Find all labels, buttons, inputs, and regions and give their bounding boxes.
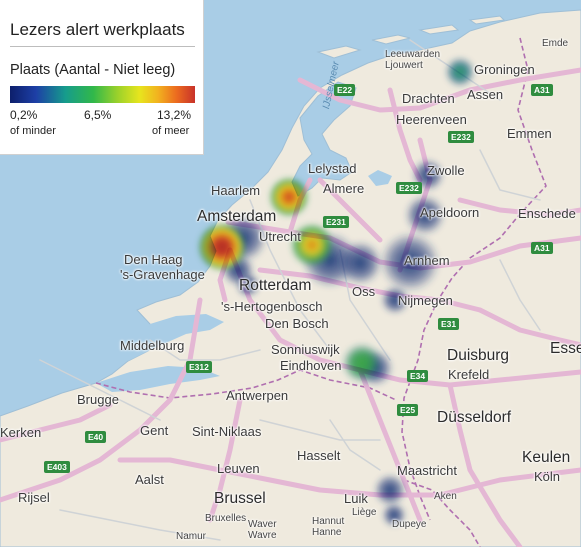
city-label-arnhem: Arnhem <box>404 253 450 268</box>
city-label-koln: Köln <box>534 469 561 484</box>
city-label-s-hertogenbosch: 's-Hertogenbosch <box>221 299 323 314</box>
wadden-island <box>371 34 411 45</box>
city-label-dupeye: Dupeye <box>392 519 427 530</box>
city-label-den-haag: Den Haag <box>124 252 183 267</box>
legend-title: Lezers alert werkplaats <box>10 20 185 39</box>
legend-divider <box>10 46 195 47</box>
city-label-rotterdam: Rotterdam <box>239 277 312 294</box>
city-label-assen: Assen <box>467 87 504 102</box>
city-label-haarlem: Haarlem <box>211 183 261 198</box>
city-label-almere: Almere <box>323 181 365 196</box>
city-label-antwerpen: Antwerpen <box>226 388 289 403</box>
city-label-hanne: Hanne <box>312 527 342 538</box>
city-label-maastricht: Maastricht <box>397 463 457 478</box>
city-label-bruxelles: Bruxelles <box>205 513 247 524</box>
city-label-enschede: Enschede <box>518 206 576 221</box>
city-label-eindhoven: Eindhoven <box>280 358 342 373</box>
city-label-keulen: Keulen <box>522 449 571 466</box>
city-label-aken: Aken <box>434 491 457 502</box>
city-label-essen: Essen <box>550 340 581 357</box>
city-label-lelystad: Lelystad <box>308 161 357 176</box>
legend-min-note: of minder <box>10 125 56 137</box>
legend-max-note: of meer <box>152 125 190 137</box>
city-label-aalst: Aalst <box>135 472 164 487</box>
heatmap-legend: Lezers alert werkplaats Plaats (Aantal -… <box>0 0 204 155</box>
legend-mid-value: 6,5% <box>84 108 112 122</box>
city-label-heerenveen: Heerenveen <box>396 112 467 127</box>
city-label-hannut: Hannut <box>312 516 345 527</box>
city-label-liege: Liège <box>352 507 377 518</box>
city-label-kerken: Kerken <box>0 425 42 440</box>
legend-max-value: 13,2% <box>157 108 192 122</box>
wadden-island <box>418 24 460 35</box>
road-shield: E232 <box>448 131 474 143</box>
city-label-emmen: Emmen <box>507 126 552 141</box>
city-label-wavre: Wavre <box>248 530 277 541</box>
legend-color-scale <box>10 86 195 103</box>
city-label-groningen: Groningen <box>474 62 535 77</box>
city-label-luik: Luik <box>344 491 368 506</box>
road-shield: E34 <box>407 370 429 382</box>
city-label-den-bosch: Den Bosch <box>265 316 329 331</box>
legend-subtitle: Plaats (Aantal - Niet leeg) <box>10 62 176 78</box>
city-label-apeldoorn: Apeldoorn <box>420 205 480 220</box>
city-label-drachten: Drachten <box>402 91 455 106</box>
road-shield: A31 <box>531 242 553 254</box>
city-label-leuven: Leuven <box>217 461 260 476</box>
road-shield: E22 <box>334 84 356 96</box>
city-label-sint-niklaas: Sint-Niklaas <box>192 424 262 439</box>
city-label-nijmegen: Nijmegen <box>398 293 453 308</box>
road-shield: E312 <box>186 361 212 373</box>
city-label-rijsel: Rijsel <box>18 490 50 505</box>
road-shield: E403 <box>44 461 70 473</box>
city-label-ljouwert: Ljouwert <box>385 60 423 71</box>
city-label-gent: Gent <box>140 423 169 438</box>
city-label-utrecht: Utrecht <box>259 229 301 244</box>
city-label-brussel: Brussel <box>214 490 266 507</box>
city-label-sonniuswijk: Sonniuswijk <box>271 342 340 357</box>
road-shield: E40 <box>85 431 107 443</box>
city-label-duisburg: Duisburg <box>447 347 510 364</box>
road-shield: E231 <box>323 216 349 228</box>
city-label-oss: Oss <box>352 284 376 299</box>
city-label-krefeld: Krefeld <box>448 367 490 382</box>
city-label-zwolle: Zwolle <box>427 163 465 178</box>
road-shield: E25 <box>397 404 419 416</box>
wadden-island <box>316 45 362 59</box>
city-label-amsterdam: Amsterdam <box>197 208 277 225</box>
city-label-middelburg: Middelburg <box>120 338 185 353</box>
city-label-waver: Waver <box>248 519 277 530</box>
road-shield: E31 <box>438 318 460 330</box>
road-shield: A31 <box>531 84 553 96</box>
city-label-emde: Emde <box>542 38 569 49</box>
city-label-leeuwarden: Leeuwarden <box>385 49 441 60</box>
city-label-s-gravenhage: 's-Gravenhage <box>120 267 205 282</box>
city-label-hasselt: Hasselt <box>297 448 341 463</box>
city-label-dusseldorf: Düsseldorf <box>437 409 512 426</box>
city-label-namur: Namur <box>176 531 207 542</box>
legend-min-value: 0,2% <box>10 108 38 122</box>
city-label-brugge: Brugge <box>77 392 119 407</box>
road-shield: E232 <box>396 182 422 194</box>
